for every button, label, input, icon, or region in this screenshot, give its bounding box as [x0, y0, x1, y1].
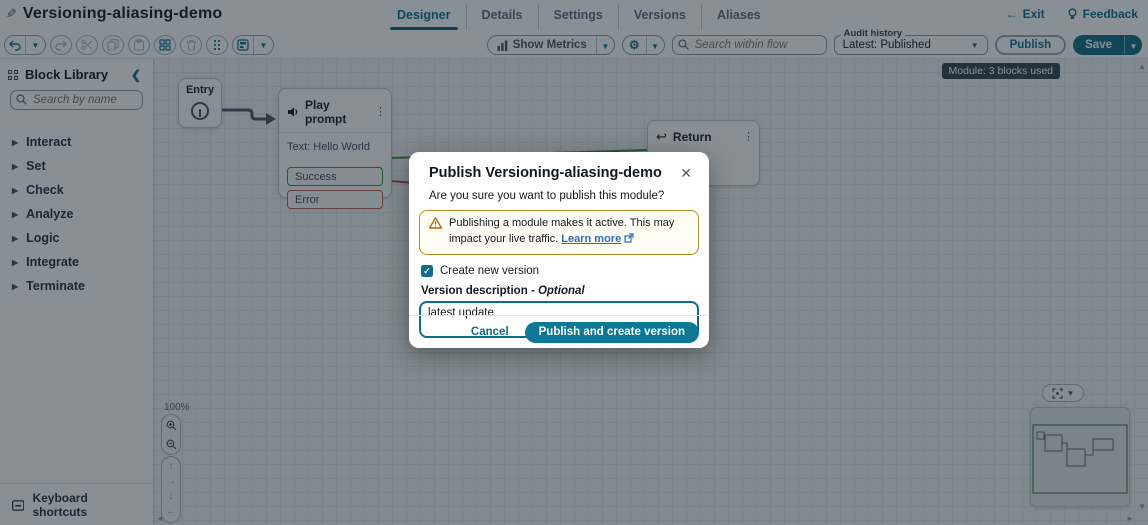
close-icon[interactable]: ✕ — [677, 165, 695, 182]
publish-and-create-version-button[interactable]: Publish and create version — [525, 322, 699, 343]
modal-title: Publish Versioning-aliasing-demo — [429, 165, 677, 181]
create-new-version-checkbox[interactable]: ✓ Create new version — [409, 255, 709, 277]
modal-question: Are you sure you want to publish this mo… — [409, 182, 709, 202]
checkbox-label: Create new version — [440, 265, 539, 277]
publish-modal: Publish Versioning-aliasing-demo ✕ Are y… — [409, 152, 709, 348]
cancel-button[interactable]: Cancel — [471, 326, 509, 338]
warning-icon — [429, 217, 442, 229]
checkbox-checked-icon[interactable]: ✓ — [421, 265, 433, 277]
app-window: ✎ Versioning-aliasing-demo Designer Deta… — [0, 0, 1148, 525]
warning-alert: Publishing a module makes it active. Thi… — [419, 210, 699, 255]
modal-footer: Cancel Publish and create version — [409, 315, 709, 348]
optional-hint: - Optional — [531, 285, 585, 297]
learn-more-link[interactable]: Learn more — [561, 233, 621, 245]
external-link-icon — [624, 233, 634, 243]
version-description-label: Version description - Optional — [409, 277, 709, 297]
